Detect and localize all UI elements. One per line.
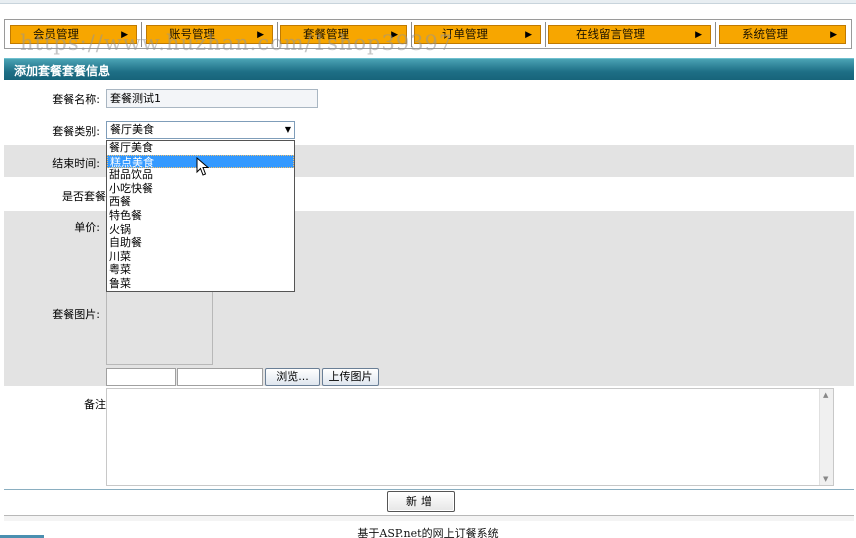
chevron-down-icon[interactable]: ▼ — [285, 122, 291, 138]
is-package-label: 是否套餐 — [62, 190, 106, 203]
nav-item-system[interactable]: 系统管理 ▶ — [719, 25, 846, 44]
scroll-down-icon[interactable]: ▼ — [823, 475, 828, 483]
nav-item-package[interactable]: 套餐管理 ▶ — [280, 25, 407, 44]
nav-separator — [141, 22, 143, 47]
section-title: 添加套餐套餐信息 — [14, 64, 111, 78]
nav-item-label: 在线留言管理 — [576, 27, 645, 41]
upload-image-button[interactable]: 上传图片 — [322, 368, 379, 386]
footer: 基于ASP.net的网上订餐系统 — [0, 525, 856, 538]
category-option[interactable]: 小吃快餐 — [107, 182, 294, 196]
remark-label: 备注 — [84, 398, 106, 411]
section-header: 添加套餐套餐信息 — [4, 58, 854, 80]
file-name-input[interactable] — [177, 368, 263, 386]
nav-item-label: 会员管理 — [33, 27, 79, 41]
main-nav: 会员管理 ▶ 账号管理 ▶ 套餐管理 ▶ 订单管理 ▶ 在线留言管理 ▶ 系统管… — [4, 19, 852, 49]
remark-textarea[interactable]: ▲ ▼ — [106, 388, 834, 486]
scroll-up-icon[interactable]: ▲ — [823, 391, 828, 399]
category-select[interactable]: 餐厅美食 ▼ — [106, 121, 295, 139]
category-option[interactable]: 餐厅美食 — [107, 141, 294, 155]
vertical-scrollbar[interactable]: ▲ ▼ — [819, 389, 833, 485]
category-option[interactable]: 自助餐 — [107, 236, 294, 250]
nav-separator — [411, 22, 413, 47]
nav-item-message[interactable]: 在线留言管理 ▶ — [548, 25, 711, 44]
footer-prefix: 基于 — [357, 527, 380, 538]
category-option[interactable]: 西餐 — [107, 195, 294, 209]
mouse-cursor-icon — [196, 157, 210, 176]
name-label: 套餐名称: — [52, 93, 100, 106]
image-label: 套餐图片: — [52, 308, 100, 321]
end-time-label: 结束时间: — [52, 157, 100, 170]
nav-item-account[interactable]: 账号管理 ▶ — [146, 25, 273, 44]
arrow-right-icon: ▶ — [257, 30, 264, 40]
browse-button[interactable]: 浏览... — [265, 368, 320, 386]
image-preview — [106, 292, 213, 365]
nav-item-label: 套餐管理 — [303, 27, 349, 41]
nav-separator — [277, 22, 279, 47]
footer-tech: ASP.net — [379, 527, 422, 538]
nav-item-order[interactable]: 订单管理 ▶ — [414, 25, 541, 44]
arrow-right-icon: ▶ — [695, 30, 702, 40]
arrow-right-icon: ▶ — [121, 30, 128, 40]
footer-suffix: 的网上订餐系统 — [421, 527, 499, 538]
category-option[interactable]: 川菜 — [107, 250, 294, 264]
arrow-right-icon: ▶ — [525, 30, 532, 40]
add-button[interactable]: 新增 — [387, 491, 455, 512]
nav-separator — [545, 22, 547, 47]
name-input[interactable]: 套餐测试1 — [106, 89, 318, 108]
nav-item-label: 账号管理 — [169, 27, 215, 41]
arrow-right-icon: ▶ — [830, 30, 837, 40]
category-selected-value: 餐厅美食 — [110, 123, 154, 136]
file-path-input[interactable] — [106, 368, 176, 386]
category-option[interactable]: 鲁菜 — [107, 277, 294, 291]
footer-divider — [4, 515, 854, 521]
nav-item-member[interactable]: 会员管理 ▶ — [10, 25, 137, 44]
nav-item-label: 订单管理 — [442, 27, 488, 41]
top-border — [0, 0, 856, 4]
category-option[interactable]: 火锅 — [107, 223, 294, 237]
nav-separator — [715, 22, 717, 47]
nav-item-label: 系统管理 — [742, 27, 788, 41]
arrow-right-icon: ▶ — [391, 30, 398, 40]
category-option[interactable]: 粤菜 — [107, 263, 294, 277]
category-option[interactable]: 特色餐 — [107, 209, 294, 223]
category-label: 套餐类别: — [52, 125, 100, 138]
divider — [4, 489, 854, 490]
price-label: 单价: — [74, 221, 100, 234]
